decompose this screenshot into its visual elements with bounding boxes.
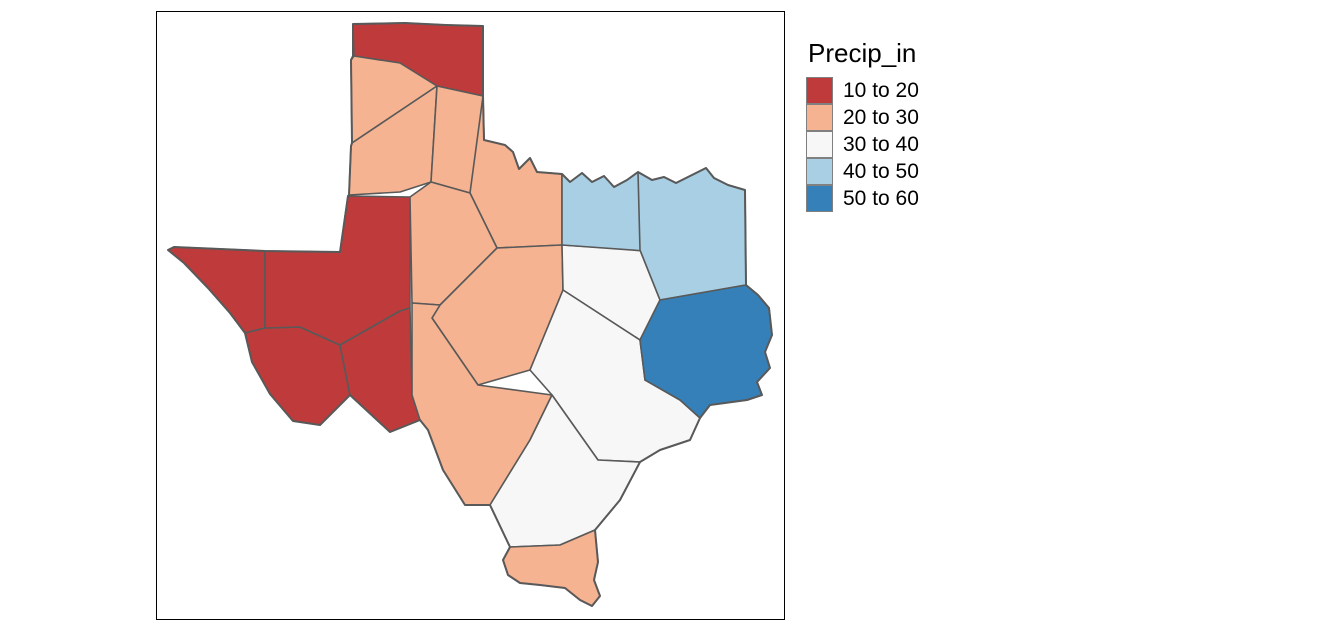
legend-item[interactable]: 20 to 30 <box>806 104 1006 131</box>
legend-swatch-50-60 <box>806 185 833 212</box>
map-panel <box>156 11 785 620</box>
legend-item[interactable]: 30 to 40 <box>806 131 1006 158</box>
legend-item[interactable]: 50 to 60 <box>806 185 1006 212</box>
legend-label: 20 to 30 <box>843 106 919 129</box>
legend-label: 30 to 40 <box>843 133 919 156</box>
region-northeast-texas[interactable] <box>638 168 746 300</box>
figure-root: Precip_in 10 to 20 20 to 30 30 to 40 40 … <box>0 0 1344 633</box>
legend-item[interactable]: 10 to 20 <box>806 77 1006 104</box>
legend-swatch-30-40 <box>806 131 833 158</box>
region-trans-pecos-west[interactable] <box>168 247 265 333</box>
region-north-texas[interactable] <box>562 172 645 251</box>
legend-item[interactable]: 40 to 50 <box>806 158 1006 185</box>
legend-label: 10 to 20 <box>843 79 919 102</box>
legend: Precip_in 10 to 20 20 to 30 30 to 40 40 … <box>806 38 1006 212</box>
legend-swatch-40-50 <box>806 158 833 185</box>
legend-label: 50 to 60 <box>843 187 919 210</box>
legend-swatch-20-30 <box>806 104 833 131</box>
texas-choropleth-map <box>167 22 773 607</box>
legend-swatch-10-20 <box>806 77 833 104</box>
legend-title: Precip_in <box>808 38 917 68</box>
legend-label: 40 to 50 <box>843 160 919 183</box>
